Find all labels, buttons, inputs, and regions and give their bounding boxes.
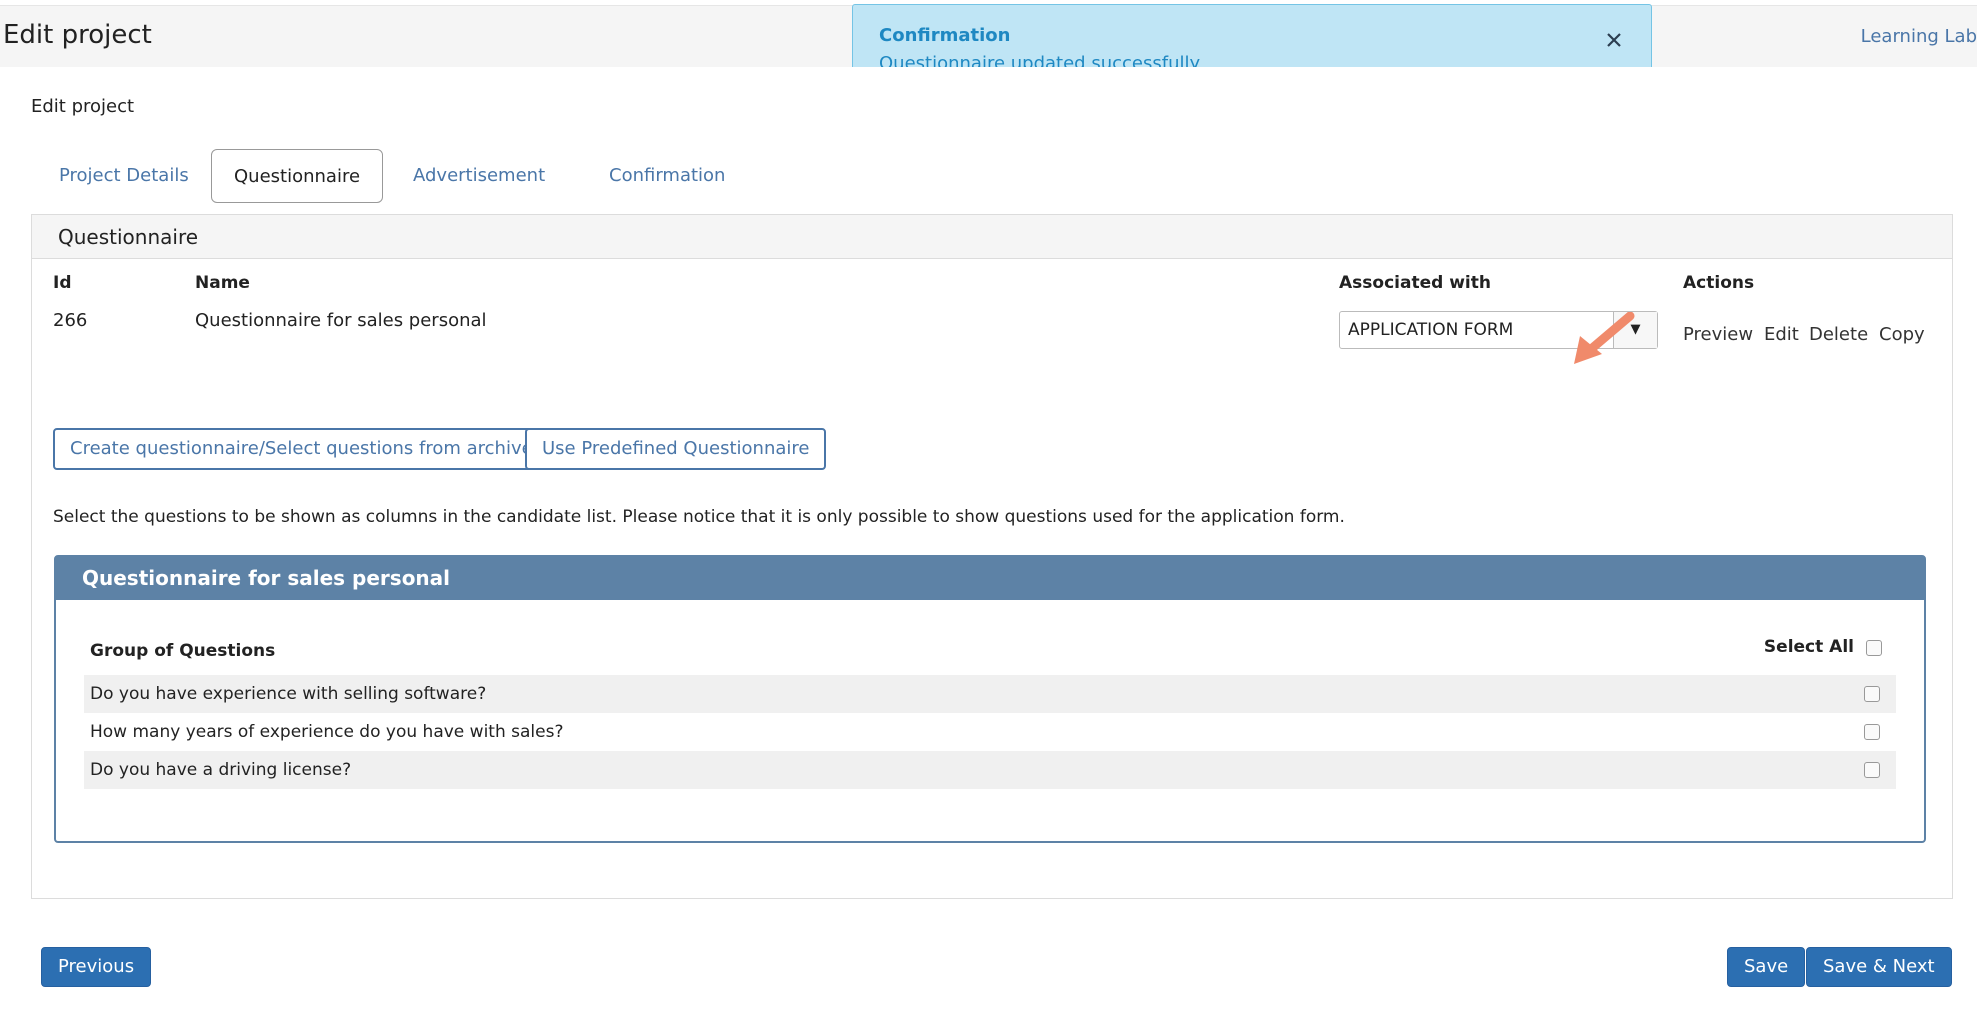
column-header-actions: Actions [1683,273,1755,293]
tab-advertisement[interactable]: Advertisement [391,149,567,203]
preview-link[interactable]: Preview [1683,324,1753,345]
tab-project-details[interactable]: Project Details [37,149,211,203]
question-text: Do you have a driving license? [90,760,352,780]
column-header-associated: Associated with [1339,273,1491,293]
save-and-next-button[interactable]: Save & Next [1806,947,1952,987]
previous-button[interactable]: Previous [41,947,152,987]
select-all-label: Select All [1763,637,1854,657]
question-checkbox[interactable] [1864,724,1880,740]
column-header-name: Name [195,273,250,293]
question-group-title: Questionnaire for sales personal [56,557,1924,600]
use-predefined-questionnaire-button[interactable]: Use Predefined Questionnaire [525,428,827,470]
annotation-arrow-icon [1568,311,1638,372]
questionnaire-panel: Questionnaire Id Name Associated with Ac… [31,214,1953,899]
page-title: Edit project [3,20,152,50]
question-row: How many years of experience do you have… [84,713,1896,751]
tab-questionnaire[interactable]: Questionnaire [211,149,384,203]
question-checkbox[interactable] [1864,762,1880,778]
associated-with-value: APPLICATION FORM [1348,320,1514,340]
close-icon[interactable] [1603,29,1625,51]
learning-lab-link[interactable]: Learning Lab [1861,26,1977,47]
question-row: Do you have a driving license? [84,751,1896,789]
question-text: How many years of experience do you have… [90,722,564,742]
copy-link[interactable]: Copy [1879,324,1925,345]
question-row: Do you have experience with selling soft… [84,675,1896,713]
help-text: Select the questions to be shown as colu… [53,507,1345,527]
create-questionnaire-button[interactable]: Create questionnaire/Select questions fr… [53,428,550,470]
edit-link[interactable]: Edit [1764,324,1799,345]
questionnaire-name: Questionnaire for sales personal [195,310,487,331]
toast-title: Confirmation [879,25,1011,46]
select-all-checkbox[interactable] [1866,640,1882,656]
panel-title: Questionnaire [32,215,1952,259]
delete-link[interactable]: Delete [1809,324,1868,345]
group-of-questions-label: Group of Questions [90,641,276,661]
question-group-panel: Questionnaire for sales personal Group o… [54,555,1926,843]
tab-confirmation[interactable]: Confirmation [587,149,747,203]
main-content: Edit project Project Details Questionnai… [5,67,1977,1024]
column-header-id: Id [53,273,72,293]
save-button[interactable]: Save [1727,947,1806,987]
question-checkbox[interactable] [1864,686,1880,702]
question-text: Do you have experience with selling soft… [90,684,487,704]
questionnaire-id: 266 [53,310,88,331]
section-subheading: Edit project [31,96,135,117]
